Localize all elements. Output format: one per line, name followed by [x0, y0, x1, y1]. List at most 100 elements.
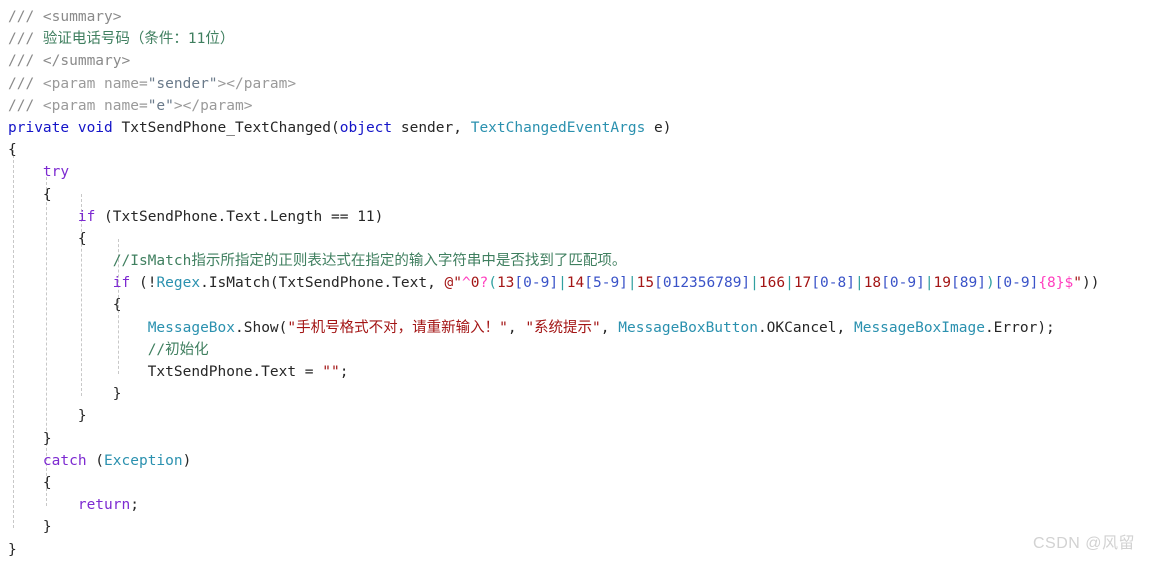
code-token: TxtSendPhone_TextChanged(	[112, 119, 340, 136]
code-line[interactable]: MessageBox.Show("手机号格式不对，请重新输入！", "系统提示"…	[8, 317, 1099, 339]
code-line[interactable]: //初始化	[8, 339, 1099, 361]
code-token: ></param>	[217, 75, 297, 92]
code-token: return	[77, 497, 131, 514]
code-token: catch	[42, 452, 87, 469]
code-token: MessageBox	[147, 319, 235, 336]
code-token: MessageBoxImage	[853, 319, 985, 336]
code-line[interactable]: //IsMatch指示所指定的正则表达式在指定的输入字符串中是否找到了匹配项。	[8, 250, 1099, 272]
code-token: |	[785, 275, 794, 292]
code-token: //初始化	[147, 341, 209, 358]
code-line[interactable]: {	[8, 184, 1099, 206]
code-line[interactable]: catch (Exception)	[8, 450, 1099, 472]
code-line[interactable]: {	[8, 294, 1099, 316]
code-token: ;	[339, 364, 349, 380]
code-token: (!	[130, 275, 157, 292]
code-token: 13	[496, 275, 515, 292]
code-token: [012356789]	[654, 275, 751, 292]
code-token: )	[182, 452, 192, 469]
code-line[interactable]: /// </summary>	[8, 50, 1099, 72]
code-token: .OKCancel,	[757, 319, 854, 336]
code-token: Regex	[156, 275, 201, 292]
code-editor-surface[interactable]: /// <summary>/// 验证电话号码（条件：11位）/// </sum…	[0, 0, 1152, 563]
code-line[interactable]: }	[8, 539, 1099, 561]
code-token: ///	[8, 75, 43, 92]
code-listing[interactable]: /// <summary>/// 验证电话号码（条件：11位）/// </sum…	[8, 6, 1099, 561]
code-token: @"	[444, 275, 462, 292]
code-token: [5-9]	[584, 275, 628, 292]
code-token: void	[77, 119, 113, 136]
code-token: (	[86, 452, 105, 469]
code-line[interactable]: }	[8, 516, 1099, 538]
code-token: ,	[507, 319, 526, 336]
code-token: 18	[863, 275, 882, 292]
code-token: ?	[479, 275, 489, 292]
code-token: ;	[130, 497, 139, 514]
csdn-watermark: CSDN @风留	[1032, 535, 1135, 552]
code-line[interactable]: /// <summary>	[8, 6, 1099, 28]
code-line[interactable]: }	[8, 405, 1099, 427]
code-token: (TxtSendPhone.Text.Length == 11)	[95, 208, 384, 225]
code-token: |	[854, 275, 864, 292]
code-token: e)	[645, 119, 672, 136]
code-token: "sender"	[147, 75, 218, 92]
code-token: <summary>	[42, 9, 122, 25]
code-token: .Show(	[235, 319, 288, 336]
code-token: [0-8]	[811, 275, 855, 292]
code-token: sender,	[392, 119, 471, 136]
code-token: {	[8, 230, 87, 247]
code-line[interactable]: try	[8, 161, 1099, 183]
code-line[interactable]: return;	[8, 494, 1099, 516]
code-token: <param name=	[42, 75, 148, 92]
code-token: {	[8, 142, 17, 159]
code-token: {	[8, 297, 122, 314]
code-token: if	[77, 208, 96, 225]
code-token: 17	[793, 275, 812, 292]
code-token: TextChangedEventArgs	[470, 119, 646, 136]
code-line[interactable]: /// 验证电话号码（条件：11位）	[8, 28, 1099, 50]
code-token: {	[8, 474, 52, 491]
code-token: ))	[1082, 275, 1100, 292]
code-line[interactable]: private void TxtSendPhone_TextChanged(ob…	[8, 117, 1099, 139]
code-token: "e"	[147, 97, 174, 114]
code-token: $	[1064, 275, 1074, 292]
code-token: .Error);	[984, 319, 1055, 336]
code-token: object	[339, 119, 393, 136]
code-token: ///	[8, 97, 43, 114]
code-line[interactable]: /// <param name="e"></param>	[8, 95, 1099, 117]
code-token: }	[8, 519, 52, 536]
code-token: }	[8, 541, 17, 558]
code-token: try	[42, 164, 70, 181]
code-token: ""	[322, 364, 340, 380]
code-token: "系统提示"	[525, 319, 601, 336]
code-token: ,	[600, 319, 619, 336]
code-line[interactable]: {	[8, 139, 1099, 161]
code-token: [89]	[951, 275, 986, 292]
code-token: |	[750, 275, 759, 292]
code-token: if	[112, 275, 131, 292]
code-token: }	[8, 408, 87, 425]
code-token: ///	[8, 53, 43, 70]
code-line[interactable]: {	[8, 472, 1099, 494]
code-token: ///	[8, 31, 43, 48]
code-line[interactable]: if (!Regex.IsMatch(TxtSendPhone.Text, @"…	[8, 272, 1100, 294]
code-token: }	[8, 386, 122, 403]
code-line[interactable]: TxtSendPhone.Text = "";	[8, 361, 1099, 383]
code-token: MessageBoxButton	[618, 319, 758, 336]
code-line[interactable]: if (TxtSendPhone.Text.Length == 11)	[8, 206, 1099, 228]
code-token: {8}	[1038, 275, 1065, 292]
code-token: 14	[566, 275, 585, 292]
code-token: ^	[462, 275, 471, 292]
code-line[interactable]: {	[8, 228, 1099, 250]
code-line[interactable]: }	[8, 383, 1099, 405]
code-token: ///	[8, 9, 43, 25]
code-token: )	[985, 275, 995, 292]
code-line[interactable]: /// <param name="sender"></param>	[8, 73, 1099, 95]
code-token: 验证电话号码（条件：11位）	[42, 31, 235, 48]
code-line[interactable]: }	[8, 428, 1099, 450]
